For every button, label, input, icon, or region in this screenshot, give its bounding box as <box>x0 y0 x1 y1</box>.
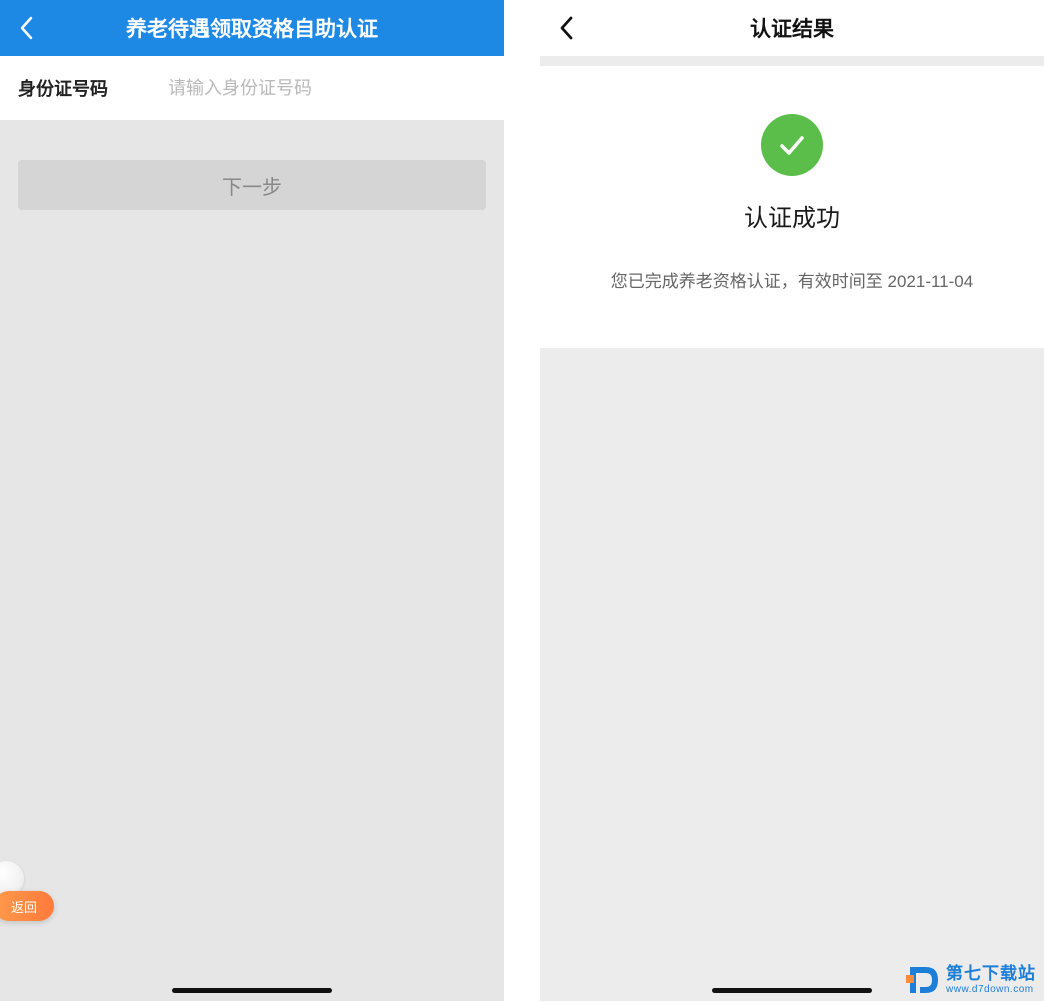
header-bar-left: 养老待遇领取资格自助认证 <box>0 0 504 56</box>
id-number-label: 身份证号码 <box>18 75 168 101</box>
result-card: 认证成功 您已完成养老资格认证，有效时间至 2021-11-04 <box>540 66 1044 348</box>
phone-screen-right: 认证结果 认证成功 您已完成养老资格认证，有效时间至 2021-11-04 <box>540 0 1044 1001</box>
float-back-label: 返回 <box>11 897 37 916</box>
home-indicator-right[interactable] <box>712 988 872 993</box>
page-title-left: 养老待遇领取资格自助认证 <box>0 13 504 43</box>
chevron-left-icon <box>559 16 573 40</box>
divider <box>540 56 1044 66</box>
float-back-button[interactable]: 返回 <box>0 891 54 921</box>
success-icon <box>761 114 823 176</box>
watermark-text: 第七下载站 www.d7down.com <box>946 965 1036 995</box>
id-number-row: 身份证号码 <box>0 56 504 120</box>
right-body-area <box>540 348 1044 1001</box>
next-button[interactable]: 下一步 <box>18 160 486 210</box>
result-title: 认证成功 <box>560 198 1024 233</box>
back-button-right[interactable] <box>540 0 592 56</box>
page-title-right: 认证结果 <box>540 13 1044 43</box>
home-indicator-left[interactable] <box>172 988 332 993</box>
watermark-logo-icon <box>904 963 938 997</box>
left-body-area: 下一步 返回 <box>0 120 504 1001</box>
watermark: 第七下载站 www.d7down.com <box>904 963 1036 997</box>
id-number-input[interactable] <box>168 78 486 99</box>
phone-screen-left: 养老待遇领取资格自助认证 身份证号码 下一步 返回 <box>0 0 522 1001</box>
header-bar-right: 认证结果 <box>540 0 1044 56</box>
back-button-left[interactable] <box>0 0 52 56</box>
checkmark-icon <box>774 127 810 163</box>
result-description: 您已完成养老资格认证，有效时间至 2021-11-04 <box>560 267 1024 292</box>
watermark-site-name: 第七下载站 <box>946 965 1036 984</box>
chevron-left-icon <box>19 16 33 40</box>
watermark-site-url: www.d7down.com <box>946 984 1036 995</box>
